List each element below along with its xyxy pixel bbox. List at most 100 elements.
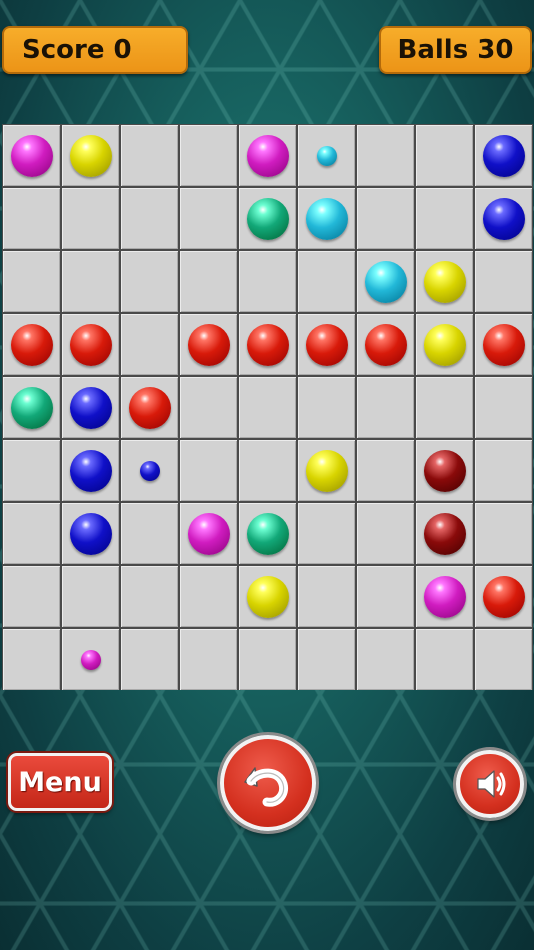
board-cell[interactable] — [416, 566, 473, 627]
board-cell[interactable] — [3, 314, 60, 375]
darkred-ball[interactable] — [423, 512, 466, 555]
board-cell[interactable] — [3, 503, 60, 564]
red-ball[interactable] — [246, 323, 289, 366]
green-ball[interactable] — [246, 197, 289, 240]
board-cell[interactable] — [475, 188, 532, 249]
red-ball[interactable] — [482, 575, 525, 618]
board-cell[interactable] — [180, 566, 237, 627]
board-cell[interactable] — [475, 251, 532, 312]
blue-ball[interactable] — [69, 386, 112, 429]
board-cell[interactable] — [3, 377, 60, 438]
yellow-ball[interactable] — [305, 449, 348, 492]
board-cell[interactable] — [239, 377, 296, 438]
board-cell[interactable] — [180, 440, 237, 501]
board-cell[interactable] — [121, 566, 178, 627]
board-cell[interactable] — [416, 503, 473, 564]
board-cell[interactable] — [239, 188, 296, 249]
board-cell[interactable] — [298, 188, 355, 249]
board-cell[interactable] — [416, 629, 473, 690]
red-ball[interactable] — [482, 323, 525, 366]
board-cell[interactable] — [298, 503, 355, 564]
board-cell[interactable] — [62, 125, 119, 186]
board-cell[interactable] — [180, 377, 237, 438]
board-cell[interactable] — [180, 251, 237, 312]
yellow-ball[interactable] — [423, 323, 466, 366]
board-cell[interactable] — [357, 440, 414, 501]
board-cell[interactable] — [416, 188, 473, 249]
board-cell[interactable] — [3, 251, 60, 312]
board-cell[interactable] — [239, 440, 296, 501]
board-cell[interactable] — [62, 314, 119, 375]
board-cell[interactable] — [239, 314, 296, 375]
board-cell[interactable] — [180, 125, 237, 186]
board-cell[interactable] — [121, 251, 178, 312]
board-cell[interactable] — [475, 629, 532, 690]
yellow-ball[interactable] — [423, 260, 466, 303]
undo-button[interactable] — [220, 735, 316, 831]
board-cell[interactable] — [357, 188, 414, 249]
board-cell[interactable] — [357, 251, 414, 312]
board-cell[interactable] — [357, 377, 414, 438]
menu-button[interactable]: Menu — [8, 753, 112, 811]
board-cell[interactable] — [239, 125, 296, 186]
board-cell[interactable] — [298, 566, 355, 627]
yellow-ball[interactable] — [69, 134, 112, 177]
magenta-ball[interactable] — [187, 512, 230, 555]
board-cell[interactable] — [357, 125, 414, 186]
board-cell[interactable] — [475, 125, 532, 186]
board-cell[interactable] — [239, 251, 296, 312]
board-cell[interactable] — [416, 251, 473, 312]
board-cell[interactable] — [357, 629, 414, 690]
green-ball[interactable] — [246, 512, 289, 555]
sound-button[interactable] — [456, 750, 524, 818]
board-cell[interactable] — [62, 503, 119, 564]
board-cell[interactable] — [416, 440, 473, 501]
red-ball[interactable] — [10, 323, 53, 366]
board-cell[interactable] — [3, 566, 60, 627]
cyan-ball[interactable] — [364, 260, 407, 303]
board-cell[interactable] — [475, 314, 532, 375]
red-ball[interactable] — [364, 323, 407, 366]
board-cell[interactable] — [416, 314, 473, 375]
board-cell[interactable] — [298, 251, 355, 312]
red-ball[interactable] — [69, 323, 112, 366]
blue-ball[interactable] — [139, 460, 160, 481]
red-ball[interactable] — [187, 323, 230, 366]
board-cell[interactable] — [239, 629, 296, 690]
red-ball[interactable] — [128, 386, 171, 429]
board-cell[interactable] — [121, 314, 178, 375]
board-cell[interactable] — [62, 188, 119, 249]
blue-ball[interactable] — [482, 134, 525, 177]
board-cell[interactable] — [298, 314, 355, 375]
yellow-ball[interactable] — [246, 575, 289, 618]
board-cell[interactable] — [475, 566, 532, 627]
board-cell[interactable] — [180, 314, 237, 375]
board-cell[interactable] — [121, 377, 178, 438]
board-cell[interactable] — [475, 503, 532, 564]
magenta-ball[interactable] — [80, 649, 101, 670]
board-cell[interactable] — [62, 377, 119, 438]
board-cell[interactable] — [416, 125, 473, 186]
board-cell[interactable] — [298, 629, 355, 690]
board-cell[interactable] — [121, 188, 178, 249]
board-cell[interactable] — [62, 629, 119, 690]
board-cell[interactable] — [180, 188, 237, 249]
board-cell[interactable] — [298, 377, 355, 438]
board-cell[interactable] — [121, 125, 178, 186]
board-cell[interactable] — [298, 125, 355, 186]
board-cell[interactable] — [3, 188, 60, 249]
board-cell[interactable] — [239, 503, 296, 564]
green-ball[interactable] — [10, 386, 53, 429]
board-cell[interactable] — [3, 629, 60, 690]
board-cell[interactable] — [357, 314, 414, 375]
board-cell[interactable] — [475, 377, 532, 438]
board-cell[interactable] — [62, 251, 119, 312]
board-cell[interactable] — [475, 440, 532, 501]
board-cell[interactable] — [3, 440, 60, 501]
red-ball[interactable] — [305, 323, 348, 366]
magenta-ball[interactable] — [10, 134, 53, 177]
magenta-ball[interactable] — [423, 575, 466, 618]
cyan-ball[interactable] — [316, 145, 337, 166]
board-cell[interactable] — [416, 377, 473, 438]
magenta-ball[interactable] — [246, 134, 289, 177]
